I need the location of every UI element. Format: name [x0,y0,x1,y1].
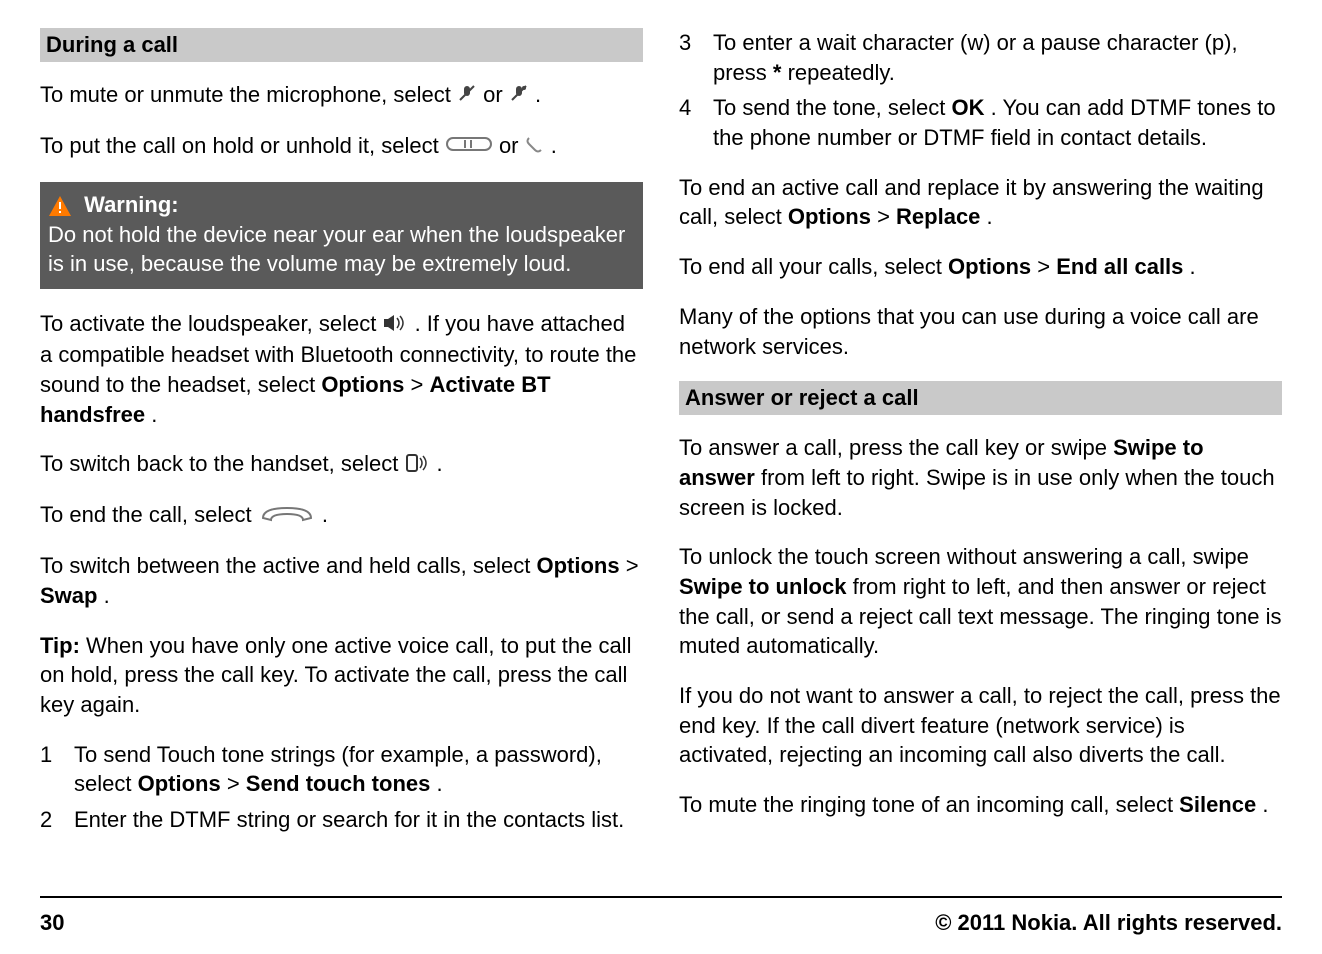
left-column: During a call To mute or unmute the micr… [40,28,643,876]
para-end-call: To end the call, select . [40,500,643,531]
text: > [227,771,246,796]
text: > [411,372,430,397]
text: To activate the loudspeaker, select [40,311,382,336]
para-network-services: Many of the options that you can use dur… [679,302,1282,361]
list-text: To send Touch tone strings (for example,… [74,740,643,799]
warning-title: Warning: [84,192,179,217]
text: or [483,82,509,107]
hold-icon [445,132,493,162]
numbered-list-left: 1 To send Touch tone strings (for exampl… [40,740,643,835]
text: . [535,82,541,107]
text: from left to right. Swipe is in use only… [679,465,1275,520]
text: To switch back to the handset, select [40,451,404,476]
warning-icon [48,195,72,217]
content-columns: During a call To mute or unmute the micr… [40,28,1282,876]
list-item: 4 To send the tone, select OK . You can … [679,93,1282,152]
text: To put the call on hold or unhold it, se… [40,133,445,158]
text: . [551,133,557,158]
para-replace: To end an active call and replace it by … [679,173,1282,232]
mic-unmute-icon [509,81,529,111]
warning-box: Warning: Do not hold the device near you… [40,182,643,289]
tip-label: Tip: [40,633,86,658]
para-swap: To switch between the active and held ca… [40,551,643,610]
para-loudspeaker: To activate the loudspeaker, select . If… [40,309,643,429]
text: or [499,133,525,158]
copyright-text: © 2011 Nokia. All rights reserved. [935,910,1282,936]
text: > [626,553,639,578]
text: . [104,583,110,608]
list-text: To send the tone, select OK . You can ad… [713,93,1282,152]
text: To send the tone, select [713,95,952,120]
handset-icon [404,451,430,481]
loudspeaker-icon [382,310,408,340]
list-number: 3 [679,28,699,87]
text: . [151,402,157,427]
text: To end the call, select [40,502,258,527]
para-silence: To mute the ringing tone of an incoming … [679,790,1282,820]
options-label: Options [321,372,404,397]
list-text: To enter a wait character (w) or a pause… [713,28,1282,87]
text: To answer a call, press the call key or … [679,435,1113,460]
ok-label: OK [952,95,985,120]
text: . [436,771,442,796]
list-number: 2 [40,805,60,835]
section-header-answer-reject: Answer or reject a call [679,381,1282,415]
para-handset: To switch back to the handset, select . [40,449,643,480]
swap-label: Swap [40,583,97,608]
text: . [1262,792,1268,817]
section-header-during-call: During a call [40,28,643,62]
text: To switch between the active and held ca… [40,553,537,578]
options-label: Options [138,771,221,796]
list-number: 4 [679,93,699,152]
list-item: 3 To enter a wait character (w) or a pau… [679,28,1282,87]
para-mute: To mute or unmute the microphone, select… [40,80,643,111]
text: . [1190,254,1196,279]
asterisk-label: * [773,60,782,85]
unhold-icon [525,132,545,162]
tip-text: When you have only one active voice call… [40,633,631,717]
end-call-icon [258,502,316,532]
options-label: Options [948,254,1031,279]
options-label: Options [788,204,871,229]
text: repeatedly. [788,60,895,85]
list-number: 1 [40,740,60,799]
para-hold: To put the call on hold or unhold it, se… [40,131,643,162]
page-number: 30 [40,910,64,936]
text: To mute the ringing tone of an incoming … [679,792,1179,817]
swipe-to-unlock-label: Swipe to unlock [679,574,846,599]
text: . [987,204,993,229]
mic-mute-icon [457,81,477,111]
text: To mute or unmute the microphone, select [40,82,457,107]
right-column: 3 To enter a wait character (w) or a pau… [679,28,1282,876]
silence-label: Silence [1179,792,1256,817]
text: > [1037,254,1056,279]
replace-label: Replace [896,204,980,229]
para-unlock: To unlock the touch screen without answe… [679,542,1282,661]
para-reject: If you do not want to answer a call, to … [679,681,1282,770]
page-footer: 30 © 2011 Nokia. All rights reserved. [40,896,1282,936]
para-end-all: To end all your calls, select Options > … [679,252,1282,282]
tip-paragraph: Tip: When you have only one active voice… [40,631,643,720]
para-answer: To answer a call, press the call key or … [679,433,1282,522]
warning-text: Do not hold the device near your ear whe… [48,220,635,279]
text: . [437,451,443,476]
list-item: 1 To send Touch tone strings (for exampl… [40,740,643,799]
list-text: Enter the DTMF string or search for it i… [74,805,624,835]
text: . [322,502,328,527]
text: To end all your calls, select [679,254,948,279]
end-all-calls-label: End all calls [1056,254,1183,279]
text: To unlock the touch screen without answe… [679,544,1249,569]
options-label: Options [537,553,620,578]
numbered-list-right: 3 To enter a wait character (w) or a pau… [679,28,1282,153]
text: > [877,204,896,229]
list-item: 2 Enter the DTMF string or search for it… [40,805,643,835]
send-touch-tones-label: Send touch tones [246,771,431,796]
